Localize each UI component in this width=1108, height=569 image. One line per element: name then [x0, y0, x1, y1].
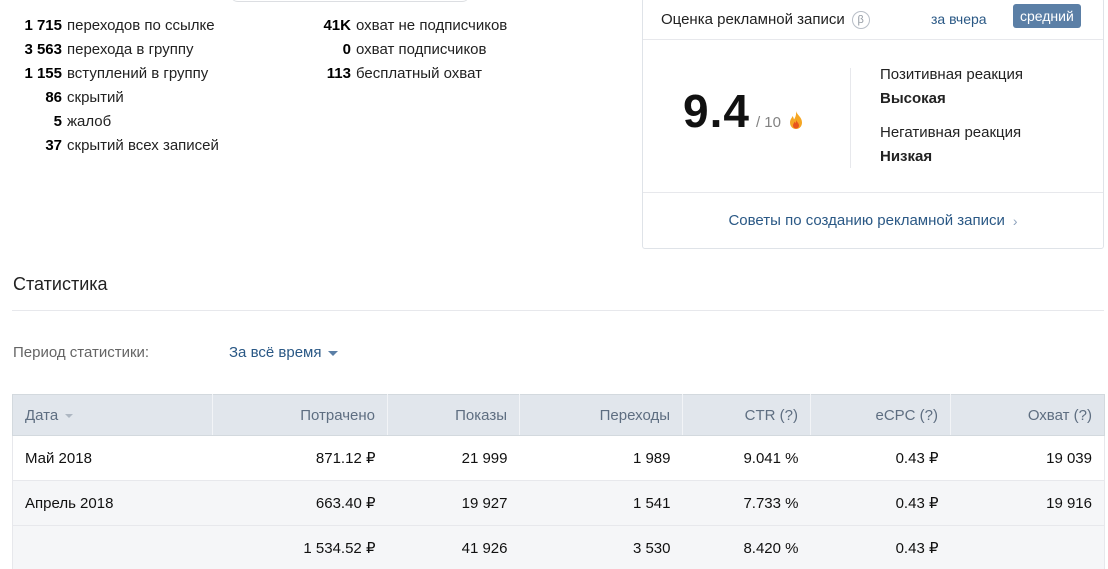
ad-tips-link-label: Советы по созданию рекламной записи [728, 212, 1005, 229]
positive-reaction-label: Позитивная реакция [880, 66, 1024, 83]
metric-row: 86 скрытий [0, 86, 220, 110]
statistics-title: Статистика [13, 274, 108, 294]
cell-date: Май 2018 [12, 435, 213, 481]
ad-metrics-summary: 1 715 переходов по ссылке 3 563 перехода в… [0, 0, 640, 160]
cell-clicks: 1 541 [519, 480, 683, 526]
metric-value: 0 [342, 41, 351, 58]
cell-ctr: 7.733 % [682, 480, 811, 526]
cell-spent: 871.12 ₽ [212, 435, 388, 481]
statistics-divider [12, 310, 1104, 311]
table-row: Апрель 2018 663.40 ₽ 19 927 1 541 7.733 … [12, 480, 1105, 526]
chevron-right-icon: › [1012, 212, 1018, 229]
metric-label: вступлений в группу [67, 65, 209, 82]
beta-badge-icon: β [851, 10, 870, 29]
column-header-spent[interactable]: Потрачено [212, 394, 388, 436]
metric-row: 41K охват не подписчиков [290, 14, 550, 38]
metrics-column-right: 41K охват не подписчиков 0 охват подписчик… [290, 14, 550, 86]
cell-date: Апрель 2018 [12, 480, 213, 526]
cell-reach: 19 039 [950, 435, 1105, 481]
negative-reaction-value: Низкая [880, 148, 933, 165]
caret-down-icon [328, 351, 339, 356]
period-label: Период статистики: [13, 344, 150, 361]
reaction-summary: Позитивная реакция Высокая Негативная ре… [880, 65, 1023, 167]
positive-reaction: Позитивная реакция Высокая [880, 65, 1023, 109]
cell-impressions: 21 999 [387, 435, 520, 481]
cell-reach-total [950, 525, 1105, 569]
cell-spent: 663.40 ₽ [212, 480, 388, 526]
metric-row: 1 155 вступлений в группу [0, 62, 220, 86]
metrics-column-left: 1 715 переходов по ссылке 3 563 перехода в… [0, 14, 220, 158]
score-max: / 10 [755, 114, 781, 131]
score-divider [850, 68, 851, 168]
clipped-header-curve [230, 0, 470, 2]
cell-clicks-total: 3 530 [519, 525, 683, 569]
metric-label: жалоб [67, 113, 112, 130]
table-total-row: 1 534.52 ₽ 41 926 3 530 8.420 % 0.43 ₽ [12, 525, 1105, 569]
metric-row: 5 жалоб [0, 110, 220, 134]
cell-clicks: 1 989 [519, 435, 683, 481]
cell-ecpc-total: 0.43 ₽ [810, 525, 951, 569]
metric-value: 113 [326, 65, 351, 82]
metric-label: скрытий [67, 89, 124, 106]
tab-yesterday[interactable]: за вчера [931, 11, 987, 27]
sort-down-icon [65, 413, 74, 418]
score-value: 9.4 [683, 85, 750, 137]
column-header-reach[interactable]: Охват (?) [950, 394, 1105, 436]
tab-average[interactable]: средний [1013, 4, 1081, 28]
negative-reaction: Негативная реакция Низкая [880, 123, 1023, 167]
period-dropdown[interactable]: За всё время [229, 344, 339, 361]
period-dropdown-value: За всё время [229, 344, 322, 361]
rating-card-header: Оценка рекламной записи β за вчера средн… [643, 0, 1103, 40]
metric-value: 3 563 [24, 41, 62, 58]
metric-label: перехода в группу [67, 41, 194, 58]
ad-tips-link[interactable]: Советы по созданию рекламной записи › [643, 192, 1103, 248]
negative-reaction-label: Негативная реакция [880, 124, 1022, 141]
column-header-ecpc[interactable]: eCPC (?) [810, 394, 951, 436]
metric-row: 3 563 перехода в группу [0, 38, 220, 62]
metric-label: переходов по ссылке [67, 17, 215, 34]
metric-label: охват подписчиков [356, 41, 487, 58]
column-header-impressions[interactable]: Показы [387, 394, 520, 436]
table-header-row: Дата Потрачено Показы Переходы CTR (?) e… [12, 394, 1105, 436]
column-header-ctr[interactable]: CTR (?) [682, 394, 811, 436]
metric-value: 86 [45, 89, 62, 106]
cell-impressions-total: 41 926 [387, 525, 520, 569]
fire-icon [787, 110, 805, 130]
rating-score-area: 9.4 / 10 Позитивная реакция Высокая Нега… [643, 40, 1103, 192]
cell-reach: 19 916 [950, 480, 1105, 526]
metric-value: 1 715 [24, 17, 62, 34]
cell-ecpc: 0.43 ₽ [810, 435, 951, 481]
metric-value: 37 [45, 137, 62, 154]
metric-label: бесплатный охват [356, 65, 482, 82]
statistics-table: Дата Потрачено Показы Переходы CTR (?) e… [12, 394, 1105, 569]
metric-label: охват не подписчиков [356, 17, 508, 34]
ad-stats-page: 1 715 переходов по ссылке 3 563 перехода в… [0, 0, 1108, 569]
cell-ctr: 9.041 % [682, 435, 811, 481]
metric-row: 37 скрытий всех записей [0, 134, 220, 158]
cell-ecpc: 0.43 ₽ [810, 480, 951, 526]
cell-date [12, 525, 213, 569]
ad-rating-card: Оценка рекламной записи β за вчера средн… [642, 0, 1104, 249]
positive-reaction-value: Высокая [880, 90, 946, 107]
metric-row: 0 охват подписчиков [290, 38, 550, 62]
metric-label: скрытий всех записей [67, 137, 219, 154]
table-row: Май 2018 871.12 ₽ 21 999 1 989 9.041 % 0… [12, 435, 1105, 481]
column-header-date[interactable]: Дата [12, 394, 213, 436]
cell-spent-total: 1 534.52 ₽ [212, 525, 388, 569]
metric-value: 1 155 [24, 65, 62, 82]
rating-card-title: Оценка рекламной записи [661, 10, 845, 28]
rating-score: 9.4 / 10 [683, 84, 805, 138]
cell-impressions: 19 927 [387, 480, 520, 526]
metric-row: 1 715 переходов по ссылке [0, 14, 220, 38]
metric-value: 41K [323, 17, 351, 34]
metric-row: 113 бесплатный охват [290, 62, 550, 86]
column-header-clicks[interactable]: Переходы [519, 394, 683, 436]
metric-value: 5 [53, 113, 62, 130]
cell-ctr-total: 8.420 % [682, 525, 811, 569]
